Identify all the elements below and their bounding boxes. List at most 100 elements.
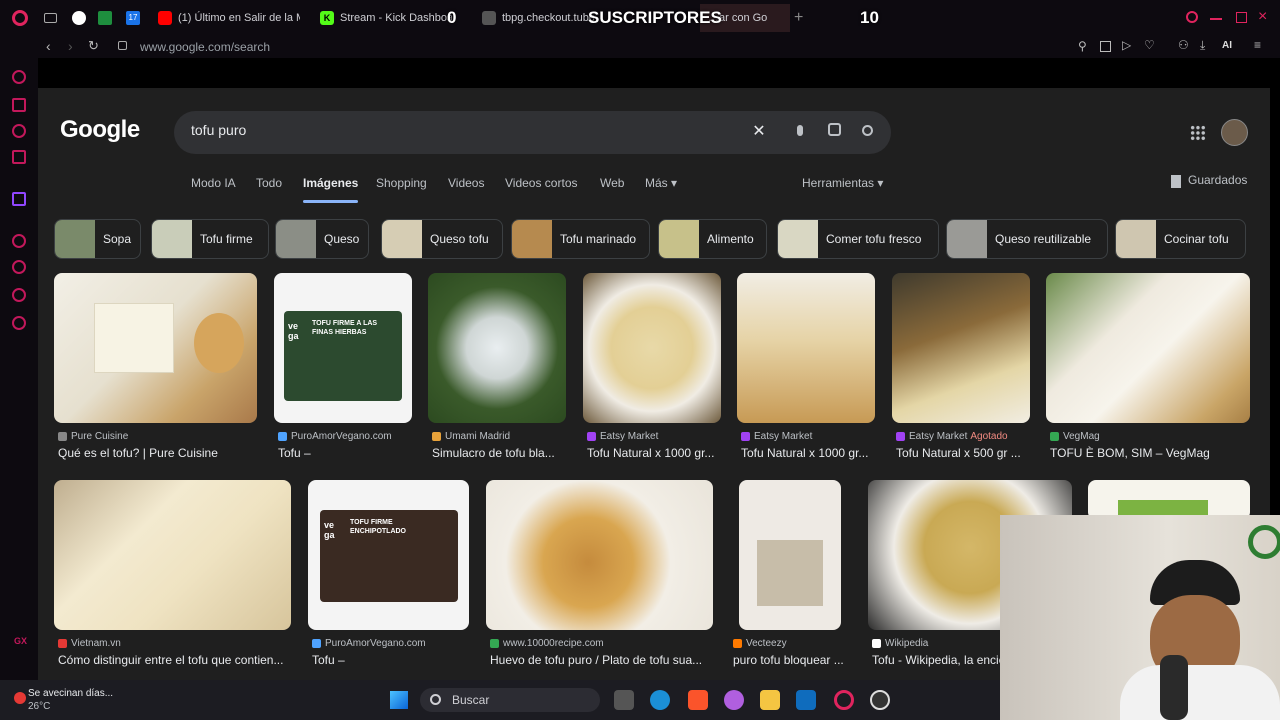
outlook-icon[interactable] [796, 690, 816, 710]
clear-search-icon[interactable]: ✕ [749, 122, 769, 142]
home-icon[interactable] [12, 98, 26, 112]
google-logo[interactable]: Google [60, 116, 140, 144]
chip-label: Comer tofu fresco [826, 232, 922, 246]
result-image [1088, 480, 1250, 520]
chip-tofu-firme[interactable]: Tofu firme [151, 219, 269, 259]
settings-icon[interactable] [12, 316, 26, 330]
tab-mas[interactable]: Más ▾ [645, 176, 677, 190]
weather-widget[interactable]: Se avecinan días... 26°C [28, 687, 113, 713]
new-tab-button[interactable]: + [794, 9, 803, 27]
menu-icon[interactable]: ≡ [1254, 38, 1261, 52]
tab-favicon-2[interactable] [98, 11, 112, 25]
taskbar-search-label: Buscar [452, 693, 490, 707]
weather-temp: 26°C [28, 701, 51, 712]
source-label: Eatsy Market [754, 431, 813, 442]
profile-icon[interactable]: ⚇ [1178, 38, 1189, 52]
snapshot-icon[interactable] [1100, 41, 1111, 52]
search-tabs-icon[interactable] [1186, 11, 1198, 23]
twitch-icon[interactable] [12, 192, 26, 206]
chip-thumbnail [659, 220, 699, 258]
maximize-button[interactable] [1236, 12, 1247, 23]
chip-queso[interactable]: Queso [275, 219, 369, 259]
source-label: Eatsy Market [909, 431, 968, 442]
player-icon[interactable] [12, 234, 26, 248]
site-favicon [278, 432, 287, 441]
site-favicon [58, 639, 67, 648]
tab-youtube[interactable]: (1) Último en Salir de la Me [150, 4, 300, 32]
weather-icon[interactable] [14, 692, 26, 704]
heart-icon[interactable]: ♡ [1144, 38, 1155, 52]
minimize-button[interactable] [1210, 18, 1222, 20]
bookmark-icon[interactable]: ⚲ [1078, 39, 1087, 53]
site-favicon [1050, 432, 1059, 441]
messenger-icon[interactable] [12, 150, 26, 164]
tab-kick[interactable]: K Stream - Kick Dashboard [312, 4, 452, 32]
site-favicon [312, 639, 321, 648]
chip-comer-tofu-fresco[interactable]: Comer tofu fresco [777, 219, 939, 259]
result-source: Eatsy Market Agotado [896, 431, 1008, 442]
back-button[interactable]: ‹ [46, 38, 51, 54]
result-title: Tofu Natural x 500 gr ... [896, 446, 1021, 460]
chip-label: Alimento [707, 232, 754, 246]
speed-dial-icon[interactable] [12, 70, 26, 84]
chip-cocinar-tofu[interactable]: Cocinar tofu [1115, 219, 1246, 259]
tab-favicon-3[interactable]: 17 [126, 11, 140, 25]
chip-thumbnail [55, 220, 95, 258]
chip-thumbnail [152, 220, 192, 258]
tab-toggle-icon[interactable] [44, 13, 57, 23]
edge-icon[interactable] [650, 690, 670, 710]
chip-tofu-marinado[interactable]: Tofu marinado [511, 219, 650, 259]
apps-grid-icon[interactable] [1190, 125, 1206, 141]
task-view-icon[interactable] [614, 690, 634, 710]
tab-favicon-1[interactable] [72, 11, 86, 25]
taskbar: Se avecinan días... 26°C Buscar [0, 680, 1000, 720]
tab-videos[interactable]: Videos [448, 176, 484, 190]
taskbar-search[interactable]: Buscar [420, 688, 600, 712]
download-icon[interactable]: ⤓ [1200, 38, 1205, 53]
forward-button[interactable]: › [68, 38, 73, 54]
source-label: PuroAmorVegano.com [291, 431, 392, 442]
tab-checkout[interactable]: tbpg.checkout.tubo [474, 4, 594, 32]
close-window-button[interactable]: × [1258, 8, 1267, 26]
reload-button[interactable]: ↻ [88, 38, 99, 54]
extensions-icon[interactable] [12, 288, 26, 302]
file-explorer-icon[interactable] [760, 690, 780, 710]
saved-button[interactable]: Guardados [1188, 173, 1247, 187]
tab-modo-ia[interactable]: Modo IA [191, 176, 236, 190]
play-icon[interactable]: ▷ [1122, 38, 1131, 52]
url-field[interactable]: www.google.com/search [140, 40, 270, 54]
result-source: Eatsy Market [587, 431, 658, 442]
obs-icon[interactable] [870, 690, 890, 710]
chip-alimento[interactable]: Alimento [658, 219, 767, 259]
opera-logo-icon[interactable] [12, 10, 28, 26]
copilot-icon[interactable] [724, 690, 744, 710]
start-button[interactable] [390, 691, 408, 709]
tab-web[interactable]: Web [600, 176, 624, 190]
chip-queso-tofu[interactable]: Queso tofu [381, 219, 503, 259]
saved-icon[interactable] [1171, 175, 1181, 188]
search-input[interactable] [191, 122, 711, 138]
tab-imagenes[interactable]: Imágenes [303, 176, 358, 190]
chip-queso-reutilizable[interactable]: Queso reutilizable [946, 219, 1108, 259]
result-source: Umami Madrid [432, 431, 510, 442]
tab-shopping[interactable]: Shopping [376, 176, 427, 190]
result-title: Tofu – [312, 653, 345, 667]
tab-videos-cortos[interactable]: Videos cortos [505, 176, 578, 190]
result-source: Vietnam.vn [58, 638, 121, 649]
voice-search-icon[interactable] [790, 122, 810, 142]
chip-label: Queso reutilizable [995, 232, 1092, 246]
search-icon[interactable] [857, 122, 877, 142]
ai-icon[interactable]: AI [1222, 40, 1232, 51]
tools-button[interactable]: Herramientas ▾ [802, 176, 883, 190]
history-icon[interactable] [12, 260, 26, 274]
account-avatar[interactable] [1221, 119, 1248, 146]
result-title: Simulacro de tofu bla... [432, 446, 555, 460]
opera-gx-icon[interactable] [834, 690, 854, 710]
tab-todo[interactable]: Todo [256, 176, 282, 190]
brave-icon[interactable] [688, 690, 708, 710]
chip-sopa[interactable]: Sopa [54, 219, 141, 259]
lens-icon[interactable] [824, 122, 844, 142]
result-source: PuroAmorVegano.com [278, 431, 392, 442]
gx-control-icon[interactable] [12, 124, 26, 138]
chip-thumbnail [778, 220, 818, 258]
